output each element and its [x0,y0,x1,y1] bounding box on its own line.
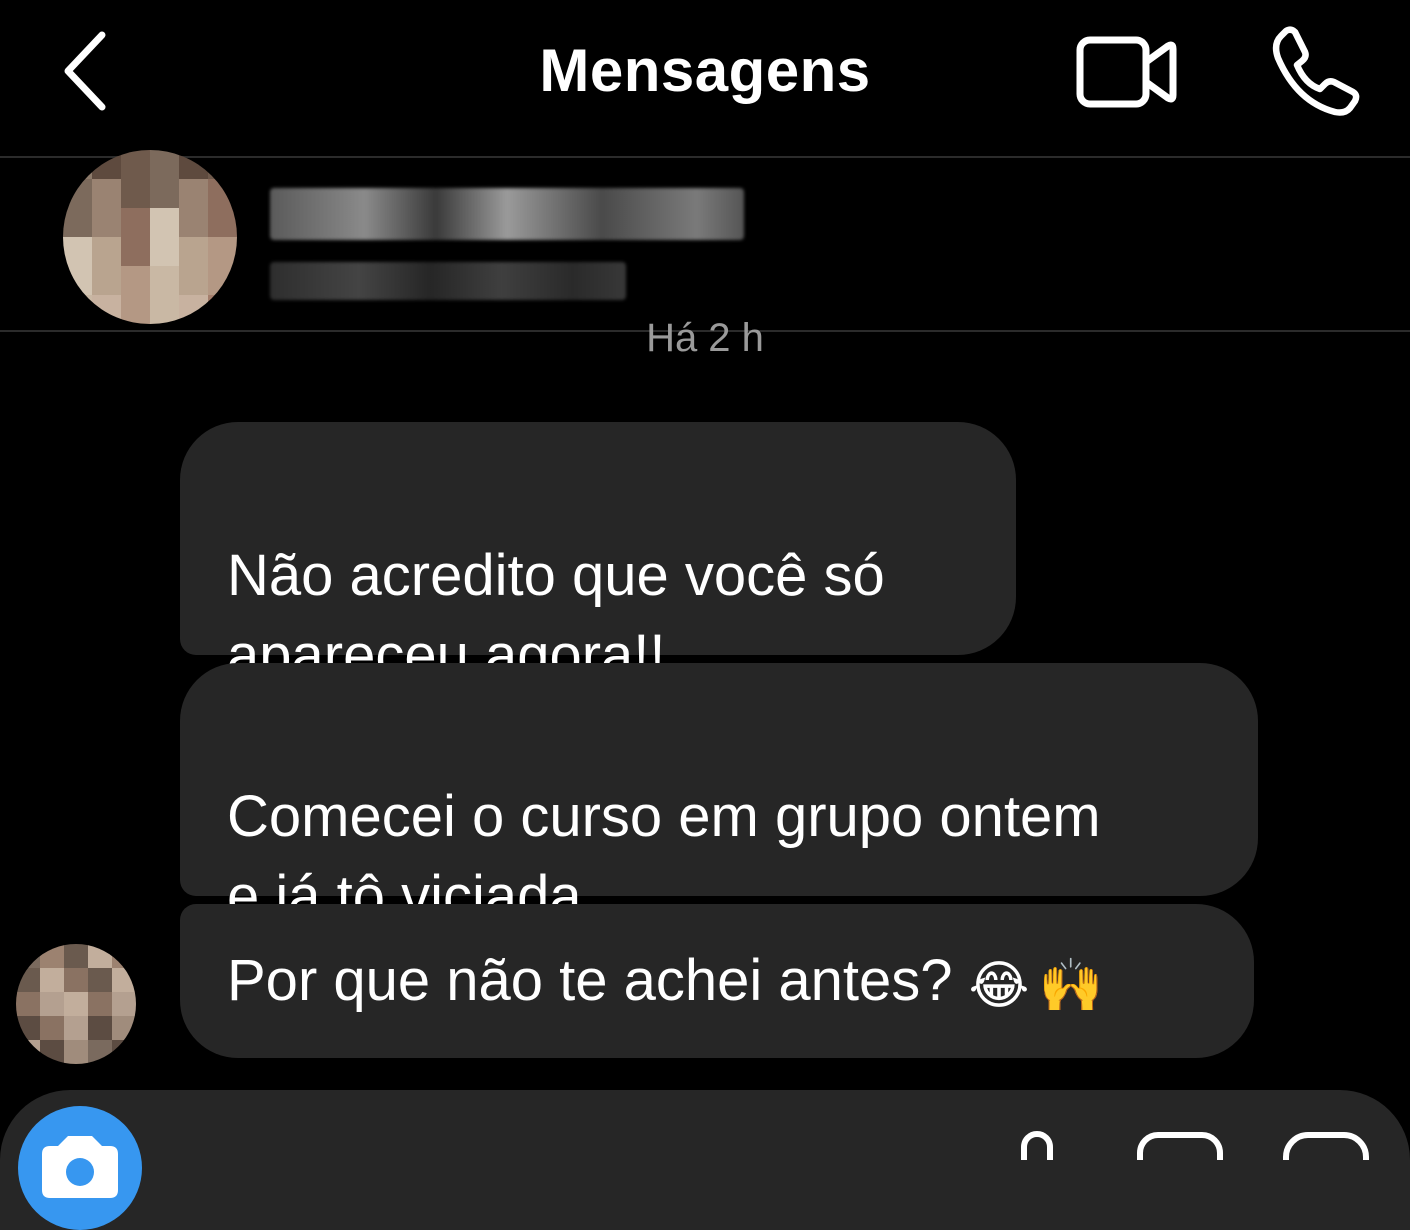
contact-name-redacted [270,188,744,240]
camera-icon [42,1136,118,1198]
chat-header: Mensagens [0,0,1410,156]
video-camera-icon [1076,36,1177,108]
voice-call-button[interactable] [1262,20,1368,120]
microphone-icon[interactable] [1010,1130,1066,1160]
timestamp-text: Há 2 h [646,316,764,360]
video-call-button[interactable] [1068,26,1184,118]
header-divider [0,156,1410,158]
phone-icon [1272,26,1360,116]
camera-button[interactable] [18,1106,142,1230]
contact-avatar[interactable] [63,150,237,324]
message-timestamp: Há 2 h [0,312,1410,360]
page-title: Mensagens [539,37,871,104]
image-icon[interactable] [1136,1130,1226,1160]
raising-hands-emoji: 🙌 [1038,955,1104,1016]
message-text: Por que não te achei antes? [227,948,969,1013]
message-composer[interactable] [0,1090,1410,1230]
message-bubble[interactable]: Não acredito que você só apareceu agora!… [180,422,1016,688]
message-bubble[interactable]: Comecei o curso em grupo ontem e já tô v… [180,663,1258,929]
sticker-icon[interactable] [1282,1130,1372,1160]
message-bubble[interactable]: Por que não te achei antes? 😂 🙌 [180,904,1254,1058]
tears-of-joy-emoji: 😂 [968,955,1030,1016]
contact-subtitle-redacted [270,262,626,300]
sender-avatar[interactable] [16,944,136,1064]
